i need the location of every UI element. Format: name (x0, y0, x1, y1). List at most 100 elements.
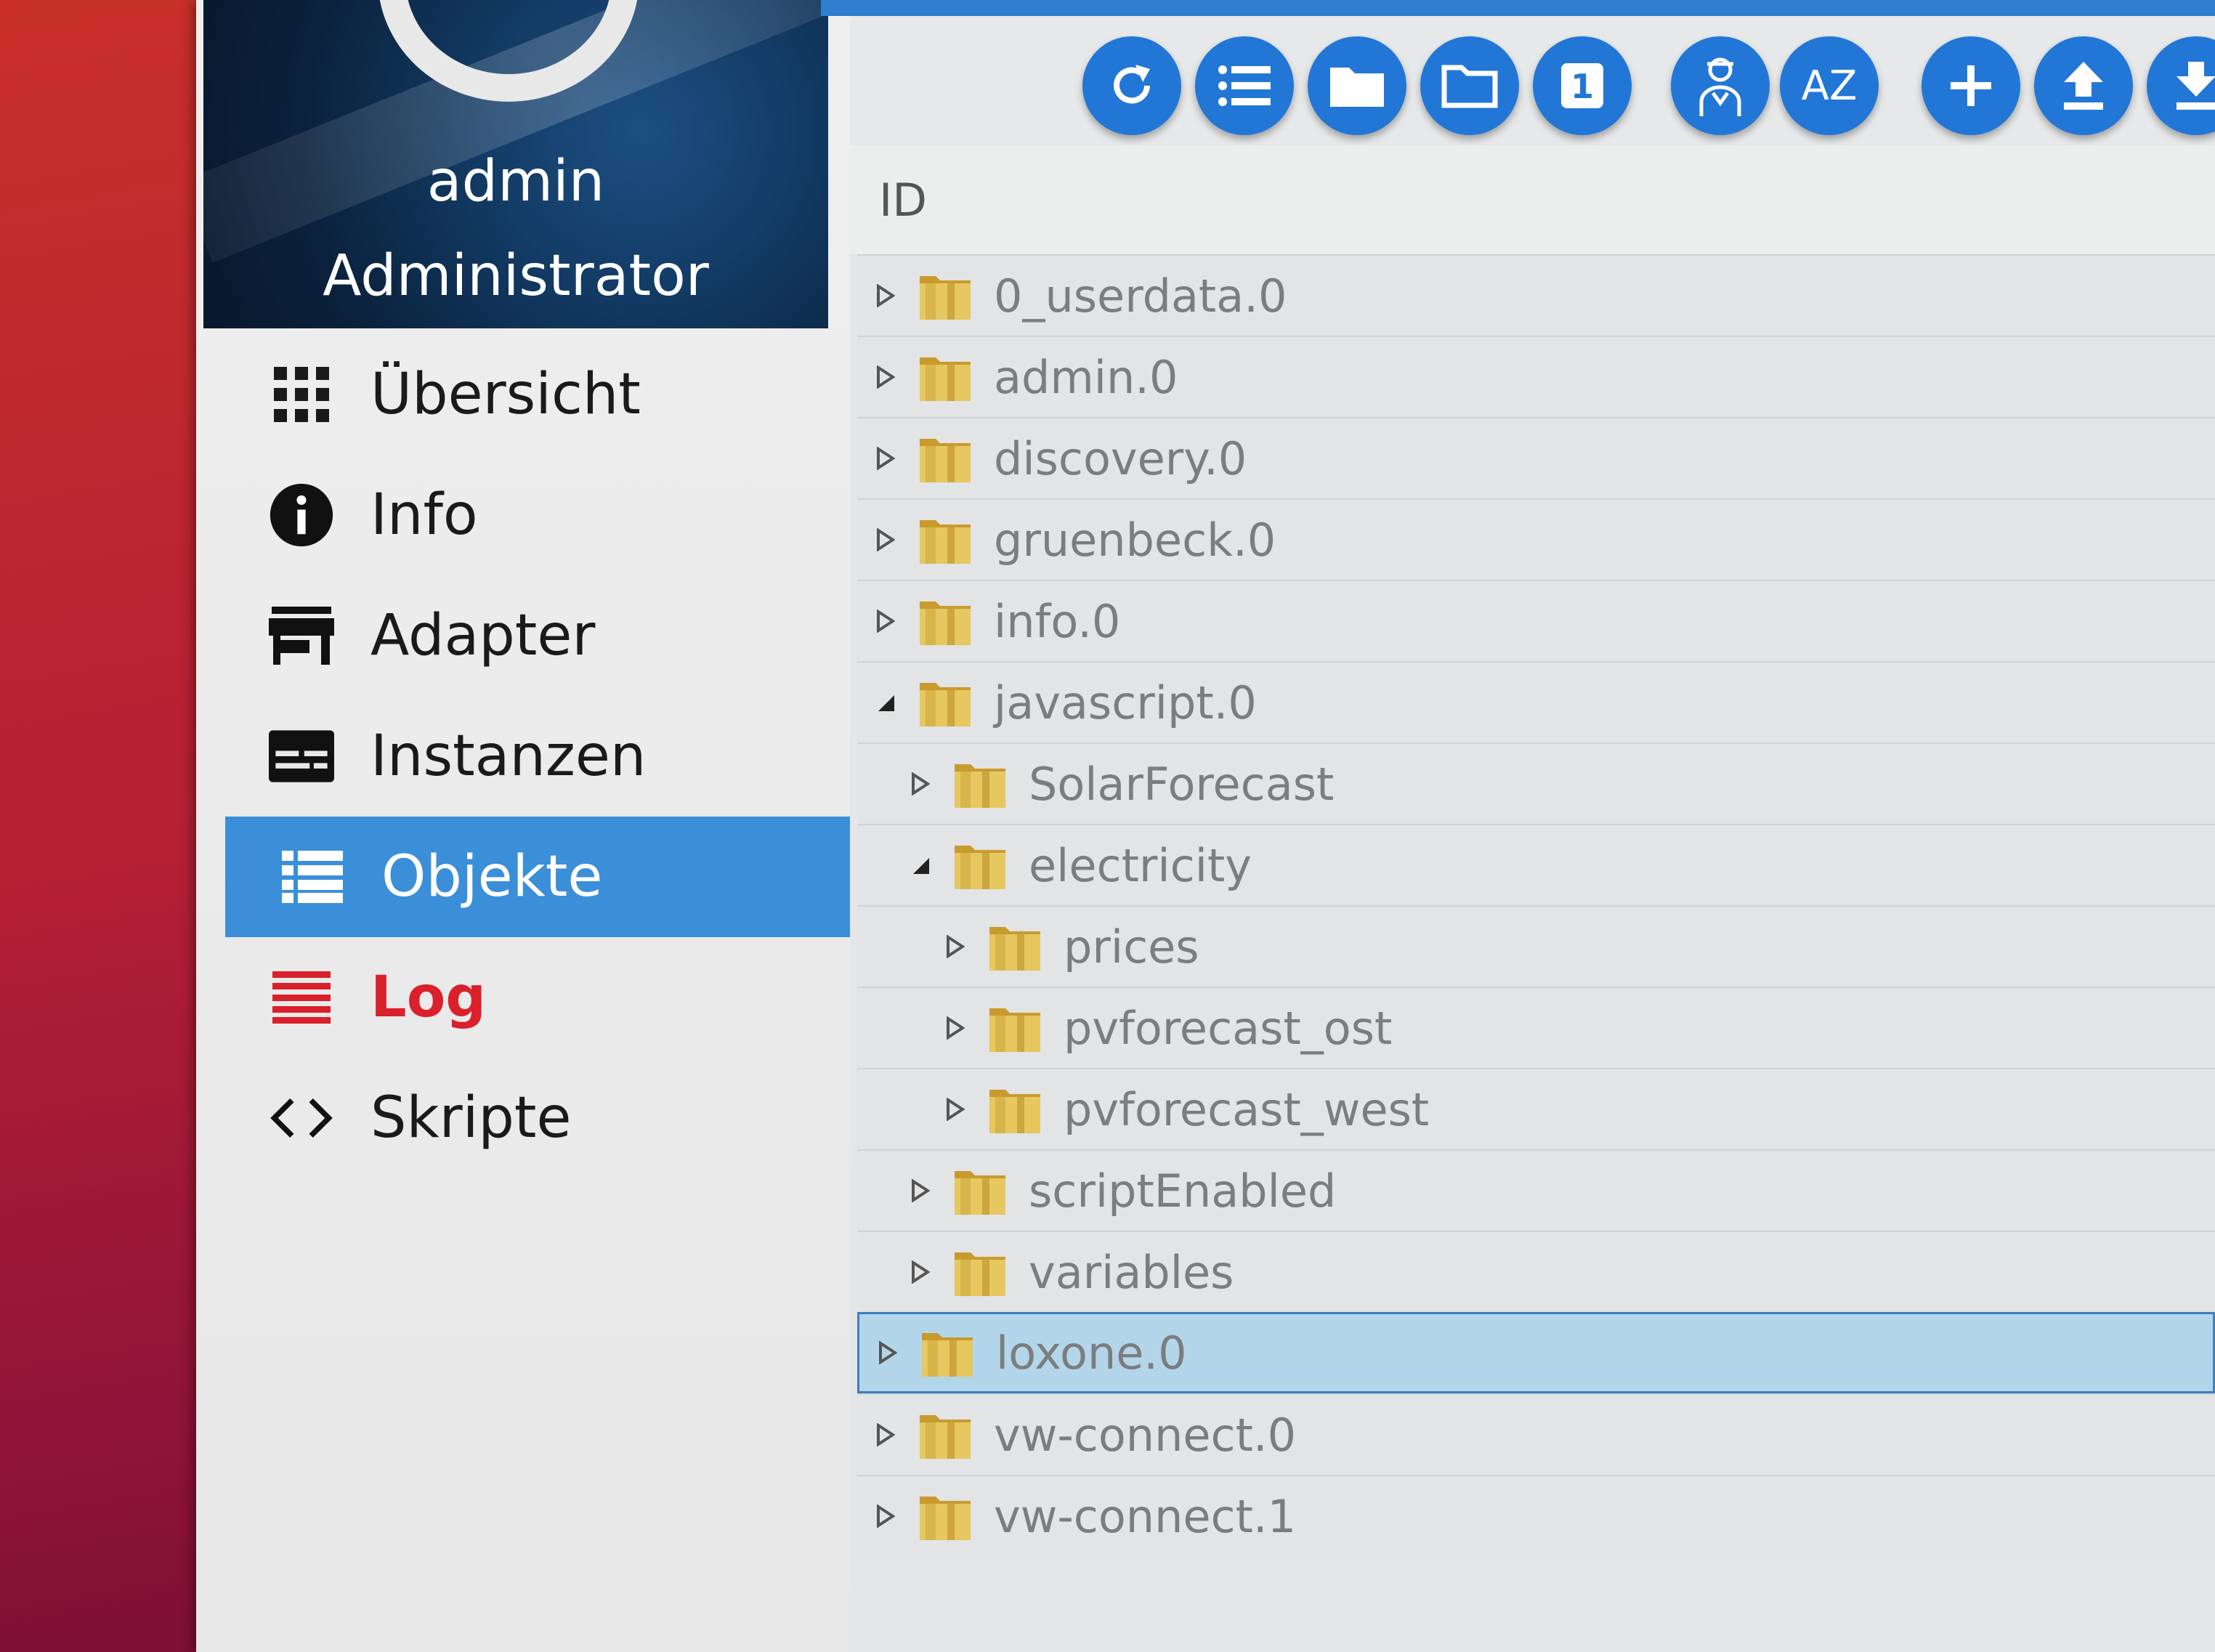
tree-row-label: prices (1064, 920, 1199, 973)
sidebar-item-label: Skripte (370, 1085, 572, 1151)
tree-row[interactable]: vw-connect.0 (857, 1393, 2215, 1475)
tree-row-label: discovery.0 (994, 432, 1247, 485)
sidebar: admin Administrator Übersicht Info Adapt… (196, 0, 864, 1652)
sidebar-item-info[interactable]: Info (196, 455, 850, 575)
folder-icon (955, 1171, 1005, 1215)
tree-row[interactable]: admin.0 (857, 336, 2215, 417)
tree-row-label: pvforecast_ost (1064, 1001, 1393, 1055)
expand-caret-icon[interactable] (867, 365, 904, 389)
tree-row[interactable]: vw-connect.1 (857, 1475, 2215, 1556)
instances-icon (269, 724, 334, 789)
expand-caret-icon[interactable] (937, 1098, 973, 1121)
expand-caret-icon[interactable] (870, 1341, 906, 1364)
sidebar-item-skripte[interactable]: Skripte (196, 1058, 850, 1178)
sidebar-item-uebersicht[interactable]: Übersicht (196, 334, 850, 455)
info-icon (269, 482, 334, 548)
collapse-caret-icon[interactable] (902, 855, 939, 875)
folder-icon (920, 683, 971, 726)
sidebar-item-label: Adapter (370, 603, 596, 668)
folder-icon (955, 764, 1005, 808)
expert-icon (1699, 57, 1741, 116)
tree-row-label: variables (1029, 1245, 1234, 1299)
folder-icon (989, 927, 1040, 971)
tree-row-label: SolarForecast (1029, 757, 1335, 811)
tree-row[interactable]: pvforecast_ost (857, 987, 2215, 1068)
expand-caret-icon[interactable] (867, 1423, 904, 1446)
tree-row[interactable]: variables (857, 1231, 2215, 1312)
collapse-caret-icon[interactable] (867, 692, 904, 713)
expand-caret-icon[interactable] (902, 772, 939, 795)
tree-row[interactable]: prices (857, 905, 2215, 987)
sidebar-item-adapter[interactable]: Adapter (196, 575, 850, 696)
sidebar-item-instanzen[interactable]: Instanzen (196, 696, 850, 817)
sidebar-item-label: Objekte (381, 844, 603, 910)
folder-icon (955, 1252, 1005, 1296)
number-one-label: 1 (1571, 67, 1594, 106)
folder-icon (922, 1333, 973, 1377)
id-header-label: ID (879, 173, 928, 227)
grid-icon (269, 362, 334, 427)
tree-row[interactable]: loxone.0 (857, 1312, 2215, 1393)
tree-row[interactable]: discovery.0 (857, 417, 2215, 498)
tree-row-label: pvforecast_west (1064, 1082, 1430, 1136)
tree-row[interactable]: scriptEnabled (857, 1149, 2215, 1231)
sidebar-item-label: Übersicht (370, 362, 641, 427)
tree-row-label: admin.0 (994, 350, 1178, 404)
refresh-button[interactable] (1082, 36, 1181, 135)
monitor-screen: admin Administrator Übersicht Info Adapt… (196, 0, 2215, 1652)
tree-row-label: electricity (1029, 838, 1252, 892)
sort-az-button[interactable]: AZ (1780, 36, 1879, 135)
add-icon (1951, 65, 1991, 106)
sidebar-item-objekte[interactable]: Objekte (225, 817, 864, 937)
folder-icon (920, 520, 971, 564)
tree-row[interactable]: SolarForecast (857, 742, 2215, 824)
number-one-icon: 1 (1561, 63, 1603, 108)
folder-icon (920, 276, 971, 320)
tree-row[interactable]: gruenbeck.0 (857, 498, 2215, 580)
list-icon (280, 844, 345, 910)
tree-row-label: javascript.0 (994, 676, 1257, 729)
main-panel: 1 AZ ID 0_userdata.0 admin.0 discovery.0… (821, 0, 2215, 1652)
expand-caret-icon[interactable] (867, 528, 904, 551)
expand-caret-icon[interactable] (867, 610, 904, 633)
tree-row[interactable]: 0_userdata.0 (857, 254, 2215, 336)
tree-row[interactable]: javascript.0 (857, 661, 2215, 742)
sidebar-item-label: Instanzen (370, 724, 647, 789)
tree-row-label: scriptEnabled (1029, 1164, 1337, 1218)
add-button[interactable] (1922, 36, 2020, 135)
download-icon (2176, 62, 2215, 110)
tree-row-label: vw-connect.1 (994, 1489, 1297, 1543)
folder-icon (920, 602, 971, 645)
expand-caret-icon[interactable] (902, 1260, 939, 1284)
folder-filled-button[interactable] (1308, 36, 1406, 135)
tree-row-label: info.0 (994, 594, 1121, 648)
expand-caret-icon[interactable] (867, 447, 904, 470)
folder-filled-icon (1330, 68, 1384, 107)
refresh-icon (1114, 65, 1150, 104)
expand-caret-icon[interactable] (867, 1505, 904, 1528)
list-view-button[interactable] (1195, 36, 1294, 135)
folder-outline-button[interactable] (1420, 36, 1519, 135)
user-name: admin (426, 149, 605, 214)
user-role: Administrator (323, 243, 709, 309)
sidebar-item-log[interactable]: Log (196, 937, 850, 1058)
list-icon (1218, 65, 1271, 106)
folder-icon (920, 357, 971, 401)
download-button[interactable] (2147, 36, 2215, 135)
expert-mode-button[interactable] (1671, 36, 1770, 135)
tree-row-label: gruenbeck.0 (994, 513, 1276, 567)
tree-row[interactable]: info.0 (857, 580, 2215, 661)
expand-caret-icon[interactable] (902, 1179, 939, 1202)
sidebar-menu: Übersicht Info Adapter Instanzen Objekte… (196, 334, 864, 1178)
id-column-header[interactable]: ID (850, 145, 2215, 254)
expand-caret-icon[interactable] (937, 1016, 973, 1040)
number-one-button[interactable]: 1 (1533, 36, 1632, 135)
tree-row[interactable]: pvforecast_west (857, 1068, 2215, 1149)
upload-icon (2064, 62, 2103, 110)
lines-icon (269, 965, 334, 1030)
upload-button[interactable] (2034, 36, 2133, 135)
tree-row[interactable]: electricity (857, 824, 2215, 905)
expand-caret-icon[interactable] (867, 284, 904, 307)
folder-icon (920, 439, 971, 482)
expand-caret-icon[interactable] (937, 935, 973, 958)
